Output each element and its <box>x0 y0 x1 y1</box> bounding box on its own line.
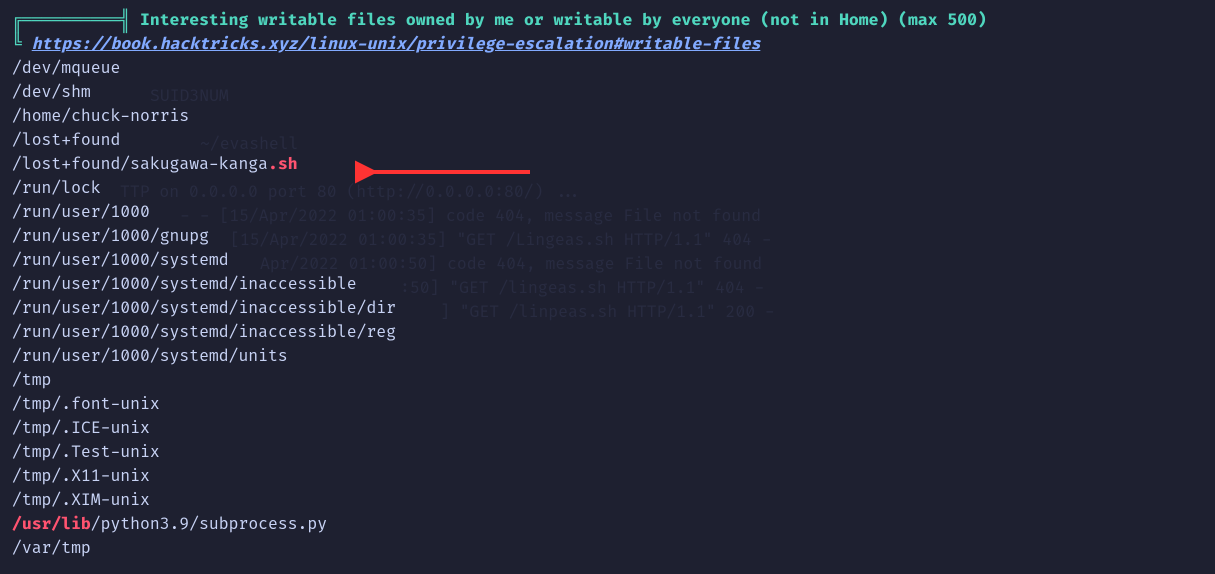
file-path-line: /run/user/1000/systemd/inaccessible <box>12 272 1203 296</box>
file-path-line: /run/user/1000/systemd/inaccessible/reg <box>12 320 1203 344</box>
file-path-line: /tmp/.font-unix <box>12 392 1203 416</box>
file-path-line: /dev/shm <box>12 80 1203 104</box>
header-title: Interesting writable files owned by me o… <box>130 10 987 30</box>
file-path-line: /home/chuck-norris <box>12 104 1203 128</box>
file-path-prefix: /lost+found/sakugawa-kanga <box>12 154 268 174</box>
file-path-line: /lost+found <box>12 128 1203 152</box>
bracket-bottom: ╚ <box>12 34 32 54</box>
file-path-line: /run/user/1000/systemd/inaccessible/dir <box>12 296 1203 320</box>
file-path-line: /run/lock <box>12 176 1203 200</box>
reference-url[interactable]: https://book.hacktricks.xyz/linux-unix/p… <box>32 34 761 54</box>
file-path-line: /tmp <box>12 368 1203 392</box>
file-path-line: /tmp/.Test-unix <box>12 440 1203 464</box>
file-path-suffix-highlighted: .sh <box>268 154 298 174</box>
file-path-line: /tmp/.XIM-unix <box>12 488 1203 512</box>
file-path-line: /tmp/.ICE-unix <box>12 416 1203 440</box>
file-path-line: /run/user/1000 <box>12 200 1203 224</box>
bracket-top: ╔══════════╣ <box>12 10 130 30</box>
file-path-line: /tmp/.X11-unix <box>12 464 1203 488</box>
header-line: ╔══════════╣ Interesting writable files … <box>12 8 1203 32</box>
file-path-line: /run/user/1000/systemd <box>12 248 1203 272</box>
file-path-line: /run/user/1000/gnupg <box>12 224 1203 248</box>
file-path-line: /run/user/1000/systemd/units <box>12 344 1203 368</box>
file-path-line: /var/tmp <box>12 536 1203 560</box>
file-path-line: /lost+found/sakugawa-kanga.sh <box>12 152 1203 176</box>
terminal-output: ╔══════════╣ Interesting writable files … <box>12 8 1203 560</box>
link-line: ╚ https://book.hacktricks.xyz/linux-unix… <box>12 32 1203 56</box>
file-path-prefix-highlighted: /usr/lib <box>12 514 91 534</box>
file-path-suffix: /python3.9/subprocess.py <box>91 514 327 534</box>
file-path-line: /usr/lib/python3.9/subprocess.py <box>12 512 1203 536</box>
file-path-line: /dev/mqueue <box>12 56 1203 80</box>
